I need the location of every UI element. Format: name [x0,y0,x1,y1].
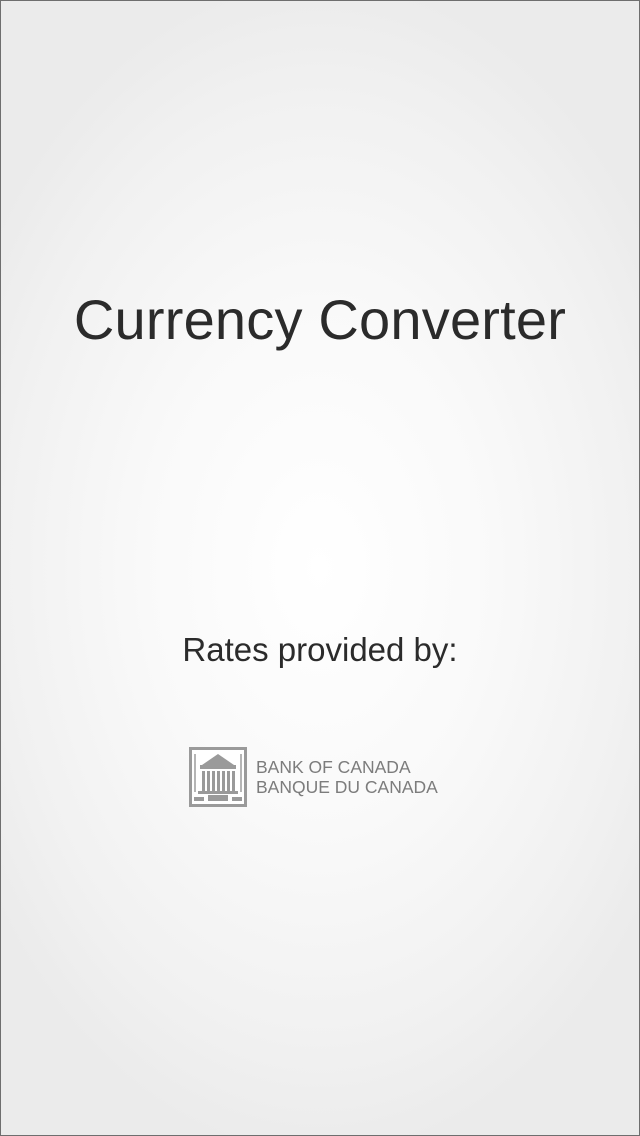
bank-name: BANK OF CANADA BANQUE DU CANADA [256,757,438,797]
bank-name-english: BANK OF CANADA [256,757,411,777]
splash-screen: Currency Converter Rates provided by: BA… [0,0,640,1136]
app-title: Currency Converter [73,288,567,351]
bank-building-icon [189,747,247,807]
bank-of-canada-logo: BANK OF CANADA BANQUE DU CANADA [188,746,438,808]
bank-name-french: BANQUE DU CANADA [256,777,438,797]
rates-provided-by-label: Rates provided by: [182,631,458,668]
